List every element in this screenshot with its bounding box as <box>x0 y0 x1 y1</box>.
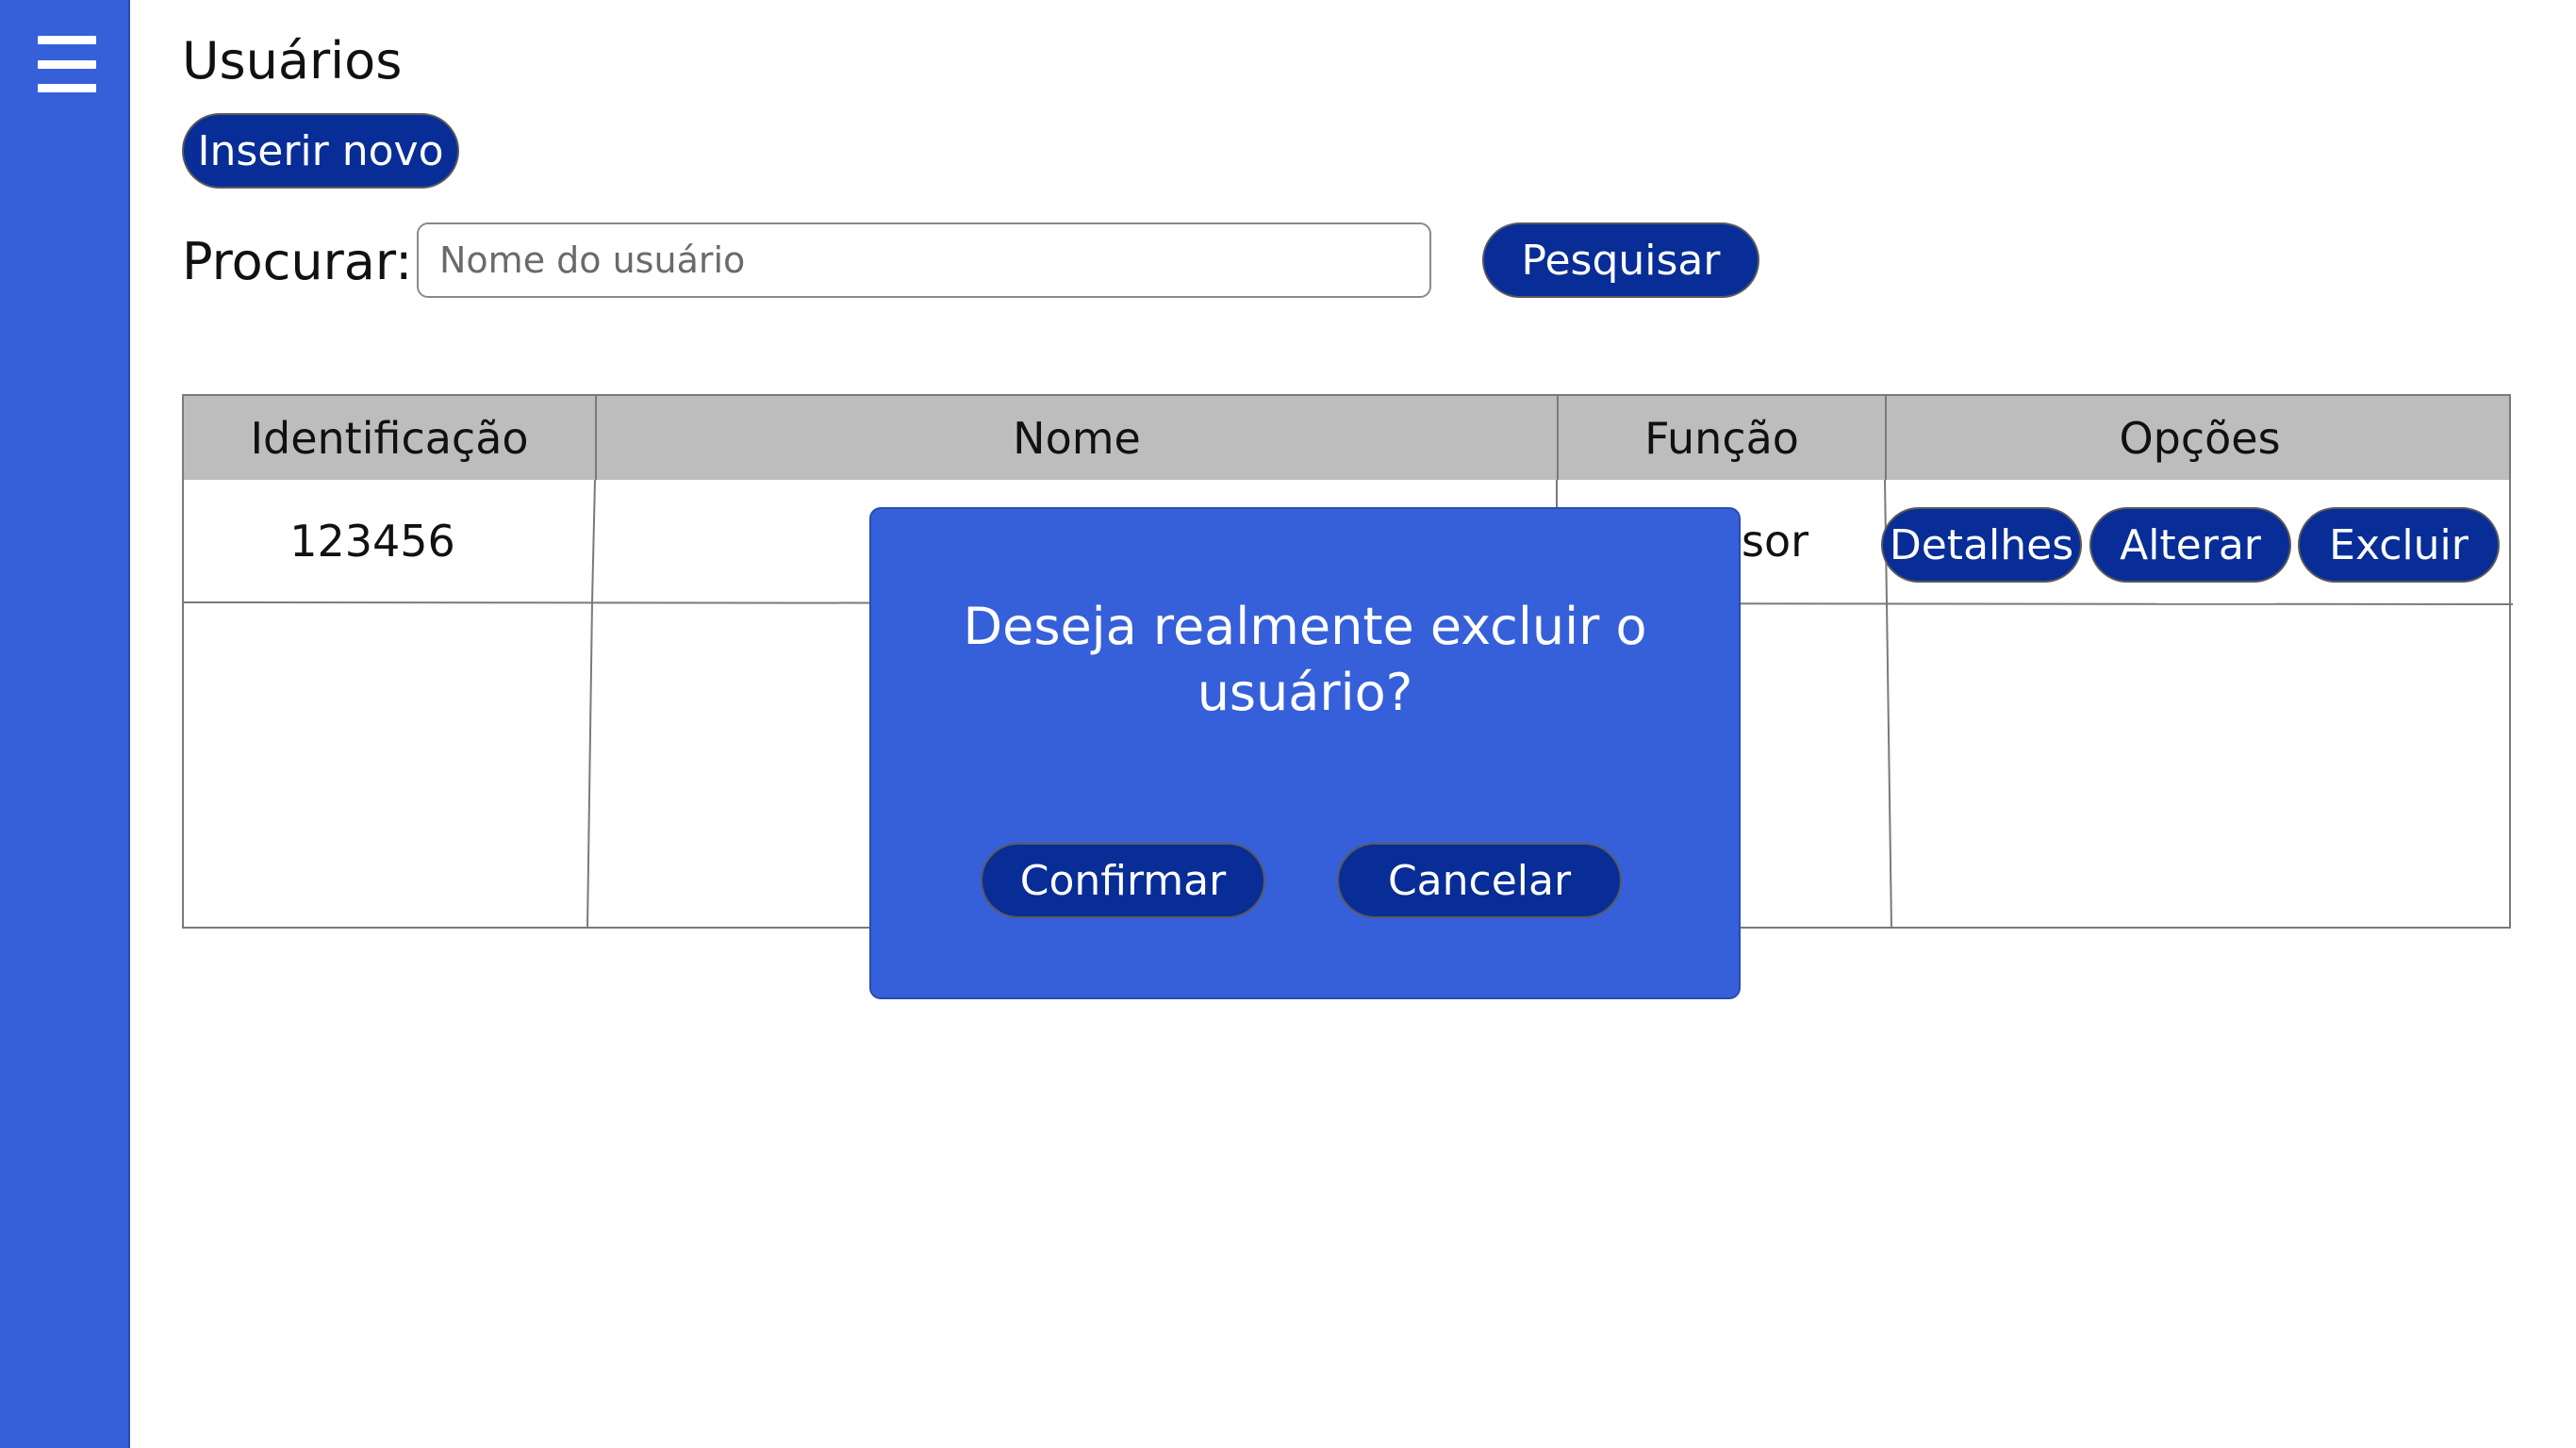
page-title: Usuários <box>182 31 403 90</box>
menu-bar-middle <box>38 59 96 69</box>
delete-button[interactable]: Excluir <box>2298 507 2500 583</box>
menu-bar-top <box>38 36 96 44</box>
edit-button[interactable]: Alterar <box>2089 507 2291 583</box>
column-header-name: Nome <box>1013 412 1141 464</box>
column-header-role: Função <box>1644 412 1799 464</box>
search-input[interactable] <box>417 222 1431 298</box>
confirm-button[interactable]: Confirmar <box>981 843 1265 918</box>
hamburger-menu-icon[interactable] <box>38 36 96 92</box>
insert-new-button[interactable]: Inserir novo <box>182 113 459 189</box>
table-header: Identificação Nome Função Opções <box>182 394 2511 484</box>
dialog-message: Deseja realmente excluir o usuário? <box>963 597 1647 722</box>
search-button[interactable]: Pesquisar <box>1482 222 1759 298</box>
table-cell-id: 123456 <box>289 516 455 567</box>
search-label: Procurar: <box>182 232 413 291</box>
column-header-options: Opções <box>2119 412 2281 464</box>
column-header-id: Identificação <box>250 412 529 464</box>
sidebar <box>0 0 130 1448</box>
details-button[interactable]: Detalhes <box>1881 507 2082 583</box>
cancel-button[interactable]: Cancelar <box>1337 843 1622 918</box>
table-cell-role: sor <box>1742 516 1809 567</box>
menu-bar-bottom <box>38 84 96 92</box>
confirm-delete-dialog: Deseja realmente excluir o usuário? Conf… <box>869 507 1741 999</box>
